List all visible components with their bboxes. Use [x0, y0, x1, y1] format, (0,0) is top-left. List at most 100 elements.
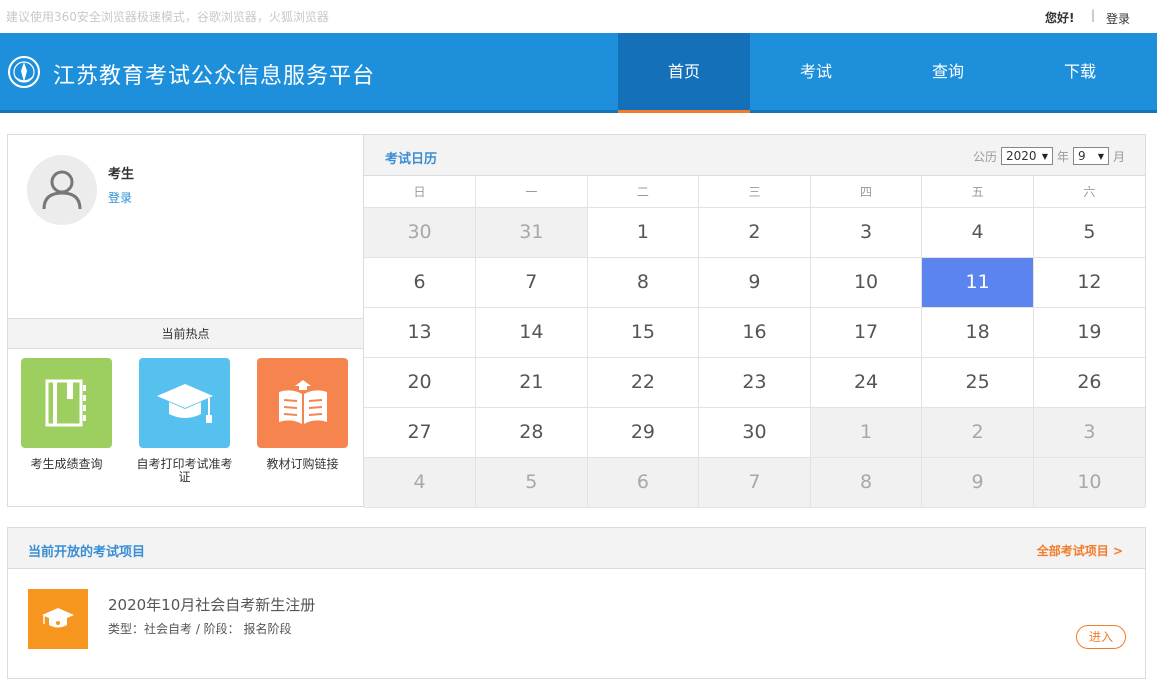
calendar-day[interactable]: 10 [809, 256, 923, 308]
open-exams-header: 当前开放的考试项目 全部考试项目 > [8, 528, 1145, 569]
calendar-day[interactable]: 9 [698, 256, 811, 308]
calendar-controls: 公历 2020 ▼ 年 9 ▼ 月 [973, 147, 1125, 165]
calendar-day[interactable]: 4 [921, 206, 1034, 258]
calendar-day[interactable]: 2 [698, 206, 811, 258]
calendar-day[interactable]: 9 [921, 456, 1034, 508]
month-select[interactable]: 9 ▼ [1072, 147, 1109, 165]
calendar-day[interactable]: 14 [475, 306, 588, 358]
hot-topics-title: 当前热点 [8, 318, 363, 349]
calendar-week-row: 30 31 1 2 3 4 5 [364, 206, 1145, 258]
calendar-day[interactable]: 7 [475, 256, 588, 308]
calendar-week-row: 20 21 22 23 24 25 26 [364, 356, 1145, 408]
all-exams-link[interactable]: 全部考试项目 > [1037, 542, 1123, 559]
hot-item-score-query[interactable]: 考生成绩查询 [8, 358, 125, 471]
year-value: 2020 [1005, 149, 1037, 163]
calendar-day[interactable]: 20 [364, 356, 477, 408]
calendar-day[interactable]: 27 [364, 406, 477, 458]
hot-item-admission-ticket[interactable]: 自考打印考试准考证 [126, 358, 243, 484]
calendar-day[interactable]: 6 [364, 256, 477, 308]
top-bar: 建议使用360安全浏览器极速模式，谷歌浏览器，火狐浏览器 您好! | 登录 [0, 0, 1157, 33]
month-value: 9 [1077, 149, 1086, 163]
calendar-day[interactable]: 8 [809, 456, 923, 508]
greeting: 您好! [1045, 11, 1075, 25]
era-label: 公历 [972, 149, 997, 164]
calendar-day[interactable]: 8 [586, 256, 700, 308]
calendar-title: 考试日历 [385, 152, 438, 167]
weekday-row: 日一二三四五六 [364, 176, 1145, 208]
calendar-day[interactable]: 5 [475, 456, 588, 508]
hot-item-label: 考生成绩查询 [30, 457, 103, 471]
nav-exam[interactable]: 考试 [750, 33, 882, 110]
chevron-down-icon: ▼ [1097, 151, 1104, 161]
calendar-day[interactable]: 1 [809, 406, 923, 458]
calendar-day[interactable]: 26 [1032, 356, 1145, 408]
separator: | [1091, 8, 1096, 22]
calendar-day[interactable]: 15 [586, 306, 700, 358]
calendar-header: 考试日历 公历 2020 ▼ 年 9 ▼ 月 [364, 135, 1145, 176]
calendar-day[interactable]: 4 [364, 456, 477, 508]
calendar-day[interactable]: 28 [475, 406, 588, 458]
calendar-day[interactable]: 1 [586, 206, 700, 258]
avatar [27, 155, 97, 225]
browser-tip: 建议使用360安全浏览器极速模式，谷歌浏览器，火狐浏览器 [6, 10, 329, 24]
open-exams-panel: 当前开放的考试项目 全部考试项目 > 2020年10月社会自考新生注册 类型：社… [7, 527, 1146, 679]
exam-item-name: 2020年10月社会自考新生注册 [108, 596, 316, 614]
user-icon [42, 170, 82, 210]
calendar-day[interactable]: 16 [698, 306, 811, 358]
nav-home[interactable]: 首页 [618, 33, 750, 113]
weekday-header: 三 [698, 176, 811, 208]
calendar-day[interactable]: 10 [1032, 456, 1145, 508]
calendar-day[interactable]: 21 [475, 356, 588, 408]
weekday-header: 五 [921, 176, 1034, 208]
nav-download[interactable]: 下载 [1014, 33, 1146, 110]
calendar-day[interactable]: 5 [1032, 206, 1145, 258]
nav-query[interactable]: 查询 [882, 33, 1014, 110]
calendar-day[interactable]: 23 [698, 356, 811, 408]
graduation-cap-icon [28, 589, 88, 649]
calendar-day[interactable]: 24 [809, 356, 923, 408]
top-login-link[interactable]: 登录 [1106, 10, 1130, 27]
calendar-day[interactable]: 7 [698, 456, 811, 508]
user-name: 考生 [108, 167, 135, 182]
hot-item-textbook-order[interactable]: 教材订购链接 [244, 358, 361, 471]
calendar-day[interactable]: 30 [364, 206, 477, 258]
calendar-day[interactable]: 2 [921, 406, 1034, 458]
calendar-day[interactable]: 25 [921, 356, 1034, 408]
book-icon [21, 358, 112, 448]
calendar-week-row: 27 28 29 30 1 2 3 [364, 406, 1145, 458]
exam-item-meta: 类型：社会自考 / 阶段： 报名阶段 [108, 622, 292, 636]
exam-calendar: 考试日历 公历 2020 ▼ 年 9 ▼ 月 日一二三四五六 30 31 1 2 3 4 5… [364, 134, 1146, 508]
calendar-day[interactable]: 19 [1032, 306, 1145, 358]
calendar-day[interactable]: 29 [586, 406, 700, 458]
calendar-day[interactable]: 3 [809, 206, 923, 258]
calendar-day[interactable]: 30 [698, 406, 811, 458]
open-book-icon [257, 358, 348, 448]
calendar-grid: 日一二三四五六 30 31 1 2 3 4 5 6 7 8 9 10 11 12 13 14 15 16 17 18 1… [364, 176, 1145, 508]
weekday-header: 四 [809, 176, 923, 208]
enter-button[interactable]: 进入 [1076, 625, 1126, 649]
calendar-day[interactable]: 6 [586, 456, 700, 508]
calendar-week-row: 4 5 6 7 8 9 10 [364, 456, 1145, 508]
month-unit: 月 [1112, 149, 1125, 164]
weekday-header: 六 [1032, 176, 1145, 208]
calendar-day[interactable]: 18 [921, 306, 1034, 358]
year-select[interactable]: 2020 ▼ [1000, 147, 1053, 165]
chevron-down-icon: ▼ [1041, 151, 1048, 161]
site-title: 江苏教育考试公众信息服务平台 [53, 64, 376, 89]
calendar-day[interactable]: 31 [475, 206, 588, 258]
calendar-body: 30 31 1 2 3 4 5 6 7 8 9 10 11 12 13 14 15 16 17 18 19 20 21 22 2… [364, 206, 1145, 508]
user-login-link[interactable]: 登录 [108, 189, 132, 206]
calendar-day[interactable]: 17 [809, 306, 923, 358]
calendar-day[interactable]: 13 [364, 306, 477, 358]
calendar-day[interactable]: 22 [586, 356, 700, 408]
calendar-day-today[interactable]: 11 [921, 256, 1034, 308]
calendar-week-row: 6 7 8 9 10 11 12 [364, 256, 1145, 308]
calendar-week-row: 13 14 15 16 17 18 19 [364, 306, 1145, 358]
calendar-day[interactable]: 12 [1032, 256, 1145, 308]
weekday-header: 二 [586, 176, 700, 208]
calendar-day[interactable]: 3 [1032, 406, 1145, 458]
user-panel: 考生 登录 当前热点 考生成绩查询 自考打印考试准考证 教材订购链接 [7, 134, 364, 507]
header: 江苏教育考试公众信息服务平台 首页 考试 查询 下载 [0, 33, 1157, 113]
hot-item-label: 教材订购链接 [266, 457, 339, 471]
weekday-header: 一 [475, 176, 588, 208]
